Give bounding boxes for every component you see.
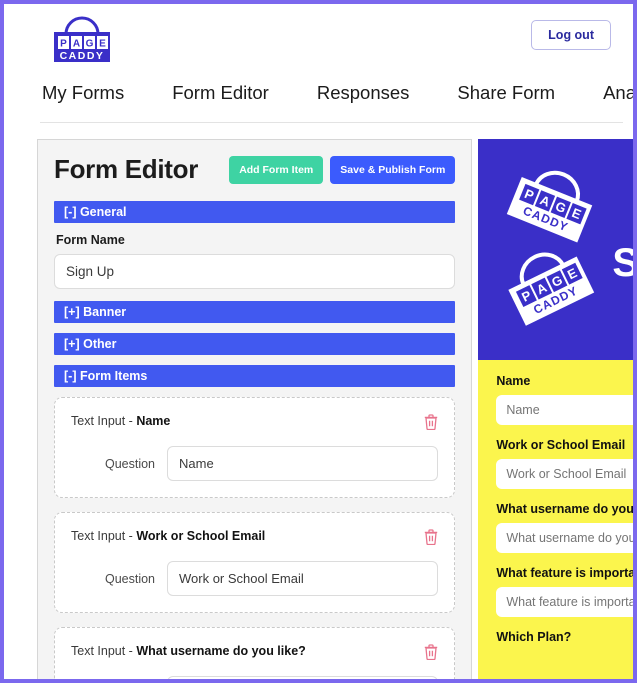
preview-field-input[interactable] — [496, 587, 633, 617]
main-nav: My Forms Form Editor Responses Share For… — [4, 70, 633, 116]
form-item-card: Text Input - Work or School Email Questi… — [54, 512, 456, 614]
nav-item-my-forms[interactable]: My Forms — [42, 82, 150, 104]
logout-button[interactable]: Log out — [531, 20, 611, 50]
question-input[interactable] — [167, 561, 439, 597]
question-input[interactable] — [167, 676, 439, 679]
svg-text:CADDY: CADDY — [60, 50, 105, 62]
section-header-banner[interactable]: [+] Banner — [54, 301, 456, 323]
preview-field-label: What username do you like? — [496, 502, 633, 516]
nav-item-responses[interactable]: Responses — [317, 82, 436, 104]
app-header: P A G E CADDY Log out — [4, 4, 633, 70]
form-item-card: Text Input - Name Question — [54, 397, 456, 499]
form-item-title: Text Input - Name — [71, 412, 170, 430]
section-header-form-items[interactable]: [-] Form Items — [54, 365, 456, 387]
main-content: Form Editor Add Form Item Save & Publish… — [4, 123, 633, 679]
question-input[interactable] — [167, 446, 439, 482]
form-item-type: Text Input - — [71, 529, 137, 544]
form-item-name: Work or School Email — [136, 529, 266, 544]
banner-logo-icon: P A G E CADDY — [508, 252, 595, 326]
trash-icon — [425, 414, 438, 431]
preview-form-body: Name Work or School Email What username … — [478, 360, 633, 679]
page-caddy-logo[interactable]: P A G E CADDY — [46, 12, 118, 66]
question-label: Question — [104, 456, 155, 471]
preview-field-input[interactable] — [496, 523, 633, 553]
preview-field-label: What feature is important to you? — [496, 566, 633, 580]
form-item-name: What username do you like? — [136, 644, 306, 659]
preview-field-label: Name — [496, 374, 531, 388]
form-name-label: Form Name — [56, 233, 125, 247]
form-item-type: Text Input - — [71, 644, 137, 659]
editor-toolbar: Form Editor Add Form Item Save & Publish… — [54, 154, 456, 185]
preview-field-input[interactable] — [496, 395, 633, 425]
form-item-title: Text Input - What username do you like? — [71, 642, 306, 660]
delete-form-item-button[interactable] — [424, 644, 438, 661]
trash-icon — [425, 644, 438, 661]
form-name-input[interactable] — [54, 254, 456, 289]
section-header-other[interactable]: [+] Other — [54, 333, 456, 355]
form-item-name: Name — [136, 414, 171, 428]
nav-item-form-editor[interactable]: Form Editor — [172, 82, 295, 104]
delete-form-item-button[interactable] — [424, 414, 438, 431]
form-item-card: Text Input - What username do you like? … — [54, 627, 456, 679]
app-window: P A G E CADDY Log out My Forms Form Edit… — [0, 0, 637, 683]
form-item-title: Text Input - Work or School Email — [71, 527, 265, 545]
logo-bag-icon: P A G E CADDY — [54, 16, 110, 62]
nav-item-share-form[interactable]: Share Form — [457, 82, 581, 104]
preview-field-input[interactable] — [496, 459, 633, 489]
question-label: Question — [104, 571, 155, 586]
preview-field-label: Which Plan? — [496, 630, 572, 644]
page-title: Form Editor — [54, 154, 199, 184]
svg-text:G: G — [86, 39, 94, 50]
form-item-type: Text Input - — [71, 414, 137, 428]
preview-field-label: Work or School Email — [496, 438, 626, 452]
form-editor-panel: Form Editor Add Form Item Save & Publish… — [37, 139, 473, 679]
trash-icon — [425, 529, 438, 546]
nav-item-analytics[interactable]: Analytic — [603, 82, 633, 104]
preview-banner: P A G E CADDY P A G E CADDY — [478, 139, 633, 360]
delete-form-item-button[interactable] — [424, 529, 438, 546]
preview-banner-title: S — [612, 241, 633, 286]
svg-text:A: A — [73, 39, 80, 50]
add-form-item-button[interactable]: Add Form Item — [229, 155, 324, 184]
section-header-general[interactable]: [-] General — [54, 201, 456, 223]
form-preview-panel: P A G E CADDY P A G E CADDY Name Name Wo… — [478, 139, 633, 679]
save-publish-form-button[interactable]: Save & Publish Form — [330, 155, 456, 184]
svg-text:E: E — [99, 39, 106, 50]
svg-text:P: P — [60, 39, 67, 50]
